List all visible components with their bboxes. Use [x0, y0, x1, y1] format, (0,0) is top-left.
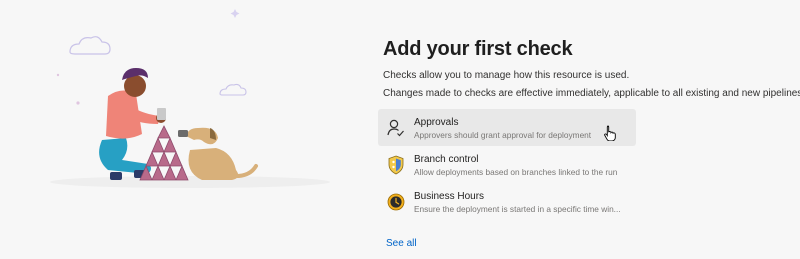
check-description: Approvers should grant approval for depl… [414, 130, 592, 140]
empty-state-illustration [40, 0, 340, 200]
page-description: Checks allow you to manage how this reso… [383, 70, 630, 81]
check-item-approvals[interactable]: Approvals Approvers should grant approva… [378, 109, 636, 146]
check-name: Branch control [414, 154, 479, 165]
check-name: Business Hours [414, 191, 485, 202]
hand-cursor-icon [604, 125, 616, 146]
shield-branch-icon [385, 154, 407, 176]
page-description-secondary: Changes made to checks are effective imm… [383, 88, 800, 99]
page-title: Add your first check [383, 38, 573, 60]
checks-panel: Add your first check Checks allow you to… [378, 38, 800, 249]
person-check-icon [385, 117, 407, 139]
clock-icon [385, 191, 407, 213]
check-name: Approvals [414, 117, 459, 128]
check-item-business-hours[interactable]: Business Hours Ensure the deployment is … [378, 183, 636, 220]
check-item-branch-control[interactable]: Branch control Allow deployments based o… [378, 146, 636, 183]
check-description: Ensure the deployment is started in a sp… [414, 204, 621, 214]
see-all-link[interactable]: See all [386, 238, 417, 249]
check-list: Approvals Approvers should grant approva… [378, 109, 788, 220]
check-description: Allow deployments based on branches link… [414, 167, 618, 177]
